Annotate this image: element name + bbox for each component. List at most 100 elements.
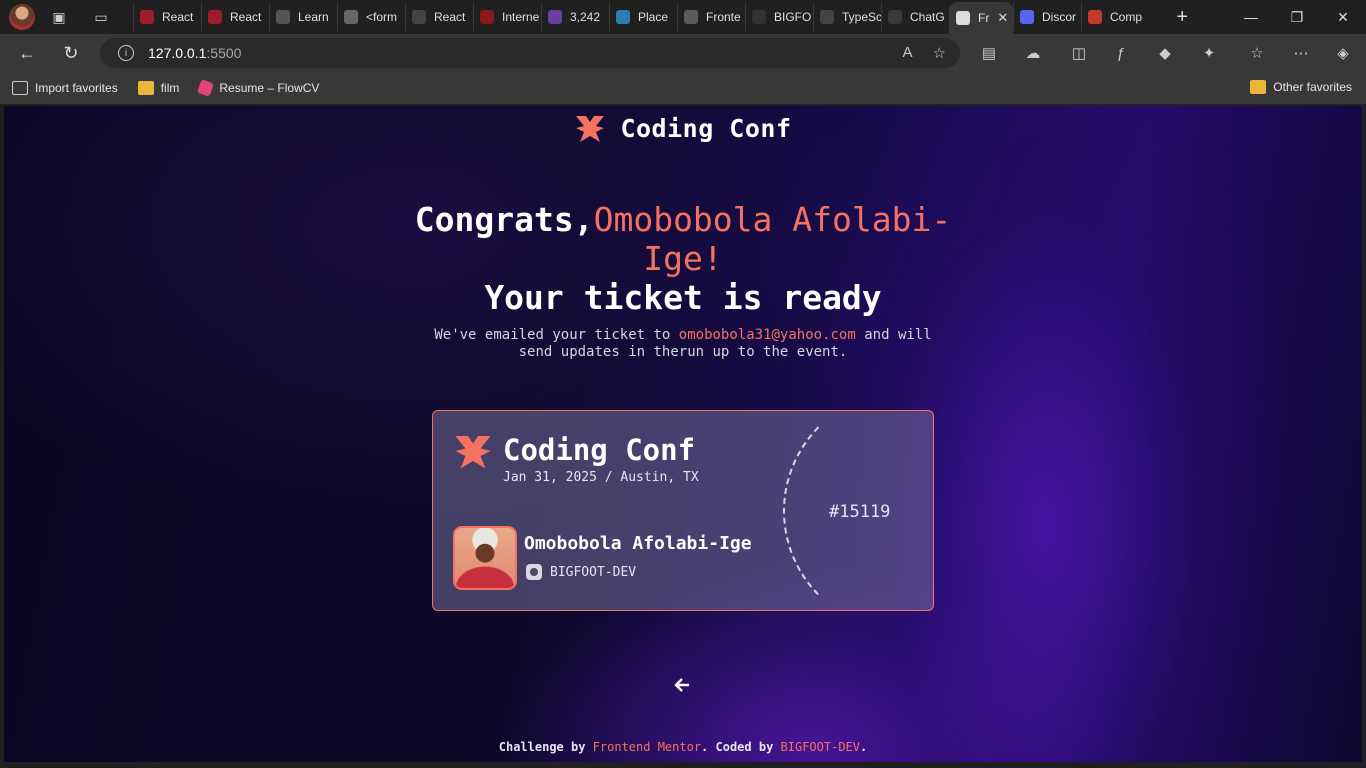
browser-tab[interactable]: 3,242 <box>541 3 609 31</box>
tab-favicon-icon <box>1020 10 1034 24</box>
tab-favicon-icon <box>480 10 494 24</box>
favorite-film[interactable]: film <box>137 81 180 95</box>
refresh-icon[interactable]: ↻ <box>54 43 88 64</box>
close-icon[interactable]: ✕ <box>1320 9 1366 26</box>
favorites-bar: Import favorites film Resume – FlowCV Ot… <box>0 72 1366 104</box>
extension-icon[interactable]: ▤ <box>978 42 1000 64</box>
attendee-name-highlight: Omobobola Afolabi- <box>593 200 952 239</box>
copilot-icon[interactable]: ◈ <box>1332 42 1354 64</box>
browser-tab[interactable]: Fronte <box>677 3 745 31</box>
ticket-number: #15119 <box>829 502 891 522</box>
tab-label: React <box>434 10 466 24</box>
favorite-label: film <box>160 81 180 95</box>
maximize-icon[interactable]: ❐ <box>1274 9 1320 26</box>
browser-tab[interactable]: TypeSc <box>813 3 881 31</box>
menu-icon[interactable]: ⋯ <box>1290 42 1312 64</box>
browser-tab[interactable]: ChatG <box>881 3 949 31</box>
tab-favicon-icon <box>1088 10 1102 24</box>
color-picker-icon[interactable]: ◆ <box>1154 42 1176 64</box>
browser-tab[interactable]: Place <box>609 3 677 31</box>
favorite-label: Import favorites <box>35 81 118 95</box>
workspaces-icon[interactable]: ▣ <box>49 7 69 27</box>
browser-tab[interactable]: React <box>405 3 473 31</box>
browser-tab[interactable]: Interne <box>473 3 541 31</box>
address-bar[interactable]: i 127.0.0.1:5500 A ☆ <box>100 38 960 68</box>
favorite-resume[interactable]: Resume – FlowCV <box>197 79 320 97</box>
author-link[interactable]: BIGFOOT-DEV <box>781 740 860 754</box>
conf-logo-icon <box>455 436 491 469</box>
browser-tab[interactable]: Discor <box>1013 3 1081 31</box>
title-prefix: Congrats, <box>414 200 594 239</box>
tab-label: Discor <box>1042 10 1077 24</box>
minimize-icon[interactable]: — <box>1228 9 1274 25</box>
new-tab-button[interactable]: + <box>1176 6 1188 29</box>
tab-label: 3,242 <box>570 10 601 24</box>
flowcv-icon <box>197 79 215 97</box>
window-controls: — ❐ ✕ <box>1228 9 1366 26</box>
read-aloud-icon[interactable]: A <box>903 44 913 62</box>
attribution-footer: Challenge by Frontend Mentor. Coded by B… <box>4 740 1362 754</box>
back-icon[interactable]: ← <box>10 43 44 64</box>
url-port: :5500 <box>206 45 242 61</box>
favorite-label: Resume – FlowCV <box>219 81 320 95</box>
tab-favicon-icon <box>752 10 766 24</box>
extension-icon[interactable]: ☁ <box>1022 42 1044 64</box>
tab-favicon-icon <box>820 10 834 24</box>
favorite-import[interactable]: Import favorites <box>12 81 118 95</box>
close-tab-icon[interactable]: ✕ <box>997 10 1008 26</box>
email-highlight: omobobola31@yahoo.com <box>678 327 856 343</box>
vertical-tabs-icon[interactable]: ▭ <box>91 7 111 27</box>
attendee-name: Omobobola Afolabi-Ige <box>524 533 752 554</box>
browser-tab[interactable]: <form <box>337 3 405 31</box>
favorite-star-icon[interactable]: ☆ <box>933 44 946 62</box>
ticket-date: Jan 31, 2025 / Austin, TX <box>503 470 699 485</box>
page-title: Congrats,Omobobola Afolabi- Ige! Your ti… <box>4 200 1362 317</box>
tab-label: React <box>162 10 194 24</box>
message-text-2: send updates in therun up to the event. <box>518 344 848 360</box>
favorites-icon[interactable]: ☆ <box>1246 42 1268 64</box>
tab-favicon-icon <box>344 10 358 24</box>
import-icon <box>12 81 28 95</box>
extension-icon[interactable]: ƒ <box>1110 42 1132 64</box>
tab-favicon-icon <box>548 10 562 24</box>
tab-favicon-icon <box>616 10 630 24</box>
folder-icon <box>137 81 154 95</box>
tab-favicon-icon <box>276 10 290 24</box>
browser-tab[interactable]: BIGFO <box>745 3 813 31</box>
tab-label: TypeSc <box>842 10 881 24</box>
browser-tab[interactable]: React <box>133 3 201 31</box>
browser-tab[interactable]: Learn <box>269 3 337 31</box>
tab-label: Fronte <box>706 10 741 24</box>
tab-favicon-icon <box>412 10 426 24</box>
ticket-card: Coding Conf Jan 31, 2025 / Austin, TX Om… <box>432 410 934 611</box>
folder-icon <box>1250 80 1267 94</box>
title-line-1: Congrats,Omobobola Afolabi- <box>4 200 1362 239</box>
profile-avatar[interactable] <box>9 4 35 30</box>
other-favorites[interactable]: Other favorites <box>1250 80 1352 94</box>
page-content: Coding Conf Congrats,Omobobola Afolabi- … <box>4 106 1362 762</box>
tab-label: Interne <box>502 10 540 24</box>
browser-tab[interactable]: Comp <box>1081 3 1149 31</box>
github-handle: BIGFOOT-DEV <box>526 564 636 580</box>
browser-tab[interactable]: React <box>201 3 269 31</box>
footer-text: . <box>860 740 868 754</box>
tab-favicon-icon <box>140 10 154 24</box>
ticket-event-name: Coding Conf <box>503 433 696 467</box>
tab-label: Comp <box>1110 10 1143 24</box>
browser-tab[interactable]: Fr ✕ <box>949 2 1013 34</box>
back-arrow-icon[interactable] <box>671 674 695 698</box>
address-url[interactable]: 127.0.0.1:5500 <box>148 45 241 61</box>
attendee-name-highlight-2: Ige! <box>643 239 723 278</box>
brand-header: Coding Conf <box>4 112 1362 144</box>
tab-favicon-icon <box>684 10 698 24</box>
message-text: We've emailed your ticket to <box>434 327 679 343</box>
frontend-mentor-link[interactable]: Frontend Mentor <box>593 740 701 754</box>
extension-icon[interactable]: ◫ <box>1068 42 1090 64</box>
extensions-icon[interactable]: ✦ <box>1198 42 1220 64</box>
footer-text: . Coded by <box>701 740 781 754</box>
tab-list: React React Learn <form React Interne 3,242 Pla… <box>133 0 1162 34</box>
tab-favicon-icon <box>208 10 222 24</box>
brand-name: Coding Conf <box>620 113 792 143</box>
site-info-icon[interactable]: i <box>118 45 134 61</box>
other-favorites-label: Other favorites <box>1273 80 1352 94</box>
